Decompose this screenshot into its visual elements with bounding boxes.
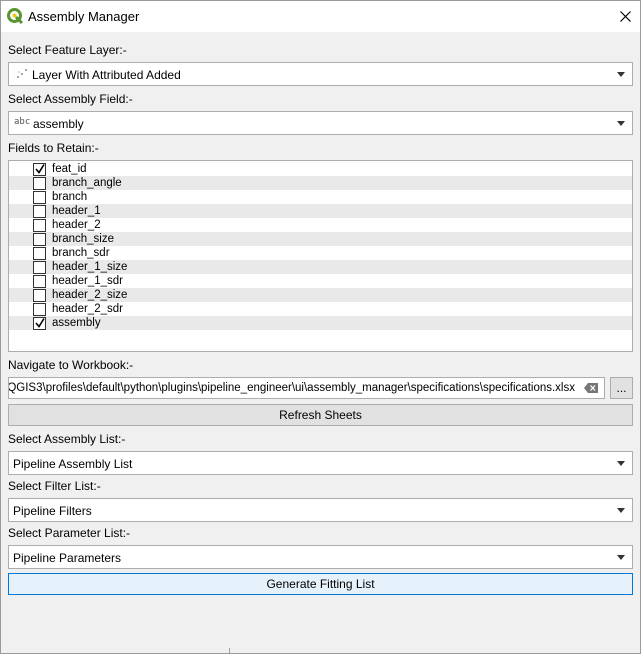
field-label: header_1 (52, 205, 101, 217)
field-label: branch_size (52, 233, 115, 245)
list-item[interactable]: header_2_size (9, 288, 632, 302)
field-checkbox[interactable] (33, 177, 46, 190)
assembly-field-label: Select Assembly Field:- (8, 92, 133, 106)
workbook-label: Navigate to Workbook:- (8, 358, 134, 372)
field-checkbox[interactable] (33, 275, 46, 288)
field-checkbox[interactable] (33, 205, 46, 218)
splitter-handle (229, 648, 230, 654)
field-checkbox[interactable] (33, 233, 46, 246)
list-item[interactable]: header_2_sdr (9, 302, 632, 316)
list-item[interactable]: branch_angle (9, 176, 632, 190)
list-item[interactable]: assembly (9, 316, 632, 330)
list-item[interactable]: header_1_size (9, 260, 632, 274)
field-checkbox[interactable] (33, 317, 46, 330)
generate-fitting-list-button[interactable]: Generate Fitting List (8, 573, 633, 595)
workbook-path-input[interactable]: QGIS\QGIS3\profiles\default\python\plugi… (8, 377, 605, 399)
browse-button[interactable]: ... (610, 377, 633, 399)
list-item[interactable]: branch_sdr (9, 246, 632, 260)
refresh-sheets-button[interactable]: Refresh Sheets (8, 404, 633, 426)
feature-layer-value: Layer With Attributed Added (32, 68, 181, 82)
clear-icon[interactable] (584, 383, 598, 393)
workbook-path-value: QGIS\QGIS3\profiles\default\python\plugi… (8, 382, 575, 394)
parameter-list-value: Pipeline Parameters (13, 551, 122, 565)
field-label: header_2_sdr (52, 303, 123, 315)
text-field-type-icon: abc (14, 117, 31, 127)
checkmark-icon (35, 164, 45, 174)
filter-list-label: Select Filter List:- (8, 479, 101, 493)
filter-list-select[interactable]: Pipeline Filters (8, 498, 633, 522)
field-label: branch_sdr (52, 247, 110, 259)
feature-layer-select[interactable]: Layer With Attributed Added (8, 62, 633, 86)
field-label: header_1_size (52, 261, 128, 273)
fields-to-retain-list[interactable]: feat_id branch_angle branch header_1 hea… (8, 160, 633, 352)
field-label: assembly (52, 317, 101, 329)
field-checkbox[interactable] (33, 191, 46, 204)
point-layer-icon (17, 69, 27, 78)
checkmark-icon (35, 318, 45, 328)
parameter-list-select[interactable]: Pipeline Parameters (8, 545, 633, 569)
chevron-down-icon (617, 461, 625, 466)
field-label: header_1_sdr (52, 275, 123, 287)
assembly-field-select[interactable]: abc assembly (8, 111, 633, 135)
field-label: branch (52, 191, 88, 203)
qgis-logo-icon (7, 8, 23, 24)
list-item[interactable]: feat_id (9, 162, 632, 176)
field-label: branch_angle (52, 177, 122, 189)
list-item[interactable]: header_1 (9, 204, 632, 218)
close-button[interactable] (613, 5, 637, 27)
chevron-down-icon (617, 72, 625, 77)
field-checkbox[interactable] (33, 219, 46, 232)
close-icon (619, 10, 631, 22)
parameter-list-label: Select Parameter List:- (8, 526, 131, 540)
field-checkbox[interactable] (33, 261, 46, 274)
fields-to-retain-label: Fields to Retain:- (8, 141, 99, 155)
filter-list-value: Pipeline Filters (13, 504, 92, 518)
chevron-down-icon (617, 555, 625, 560)
field-label: feat_id (52, 163, 87, 175)
field-checkbox[interactable] (33, 247, 46, 260)
assembly-list-select[interactable]: Pipeline Assembly List (8, 451, 633, 475)
field-label: header_2 (52, 219, 101, 231)
field-label: header_2_size (52, 289, 128, 301)
assembly-field-value: assembly (33, 117, 84, 131)
list-item[interactable]: branch_size (9, 232, 632, 246)
assembly-manager-window: Assembly Manager Select Feature Layer:- … (0, 0, 641, 654)
window-title: Assembly Manager (28, 9, 140, 24)
list-item[interactable]: branch (9, 190, 632, 204)
feature-layer-label: Select Feature Layer:- (8, 43, 127, 57)
field-checkbox[interactable] (33, 289, 46, 302)
chevron-down-icon (617, 121, 625, 126)
title-bar[interactable]: Assembly Manager (1, 1, 640, 32)
field-checkbox[interactable] (33, 163, 46, 176)
field-checkbox[interactable] (33, 303, 46, 316)
list-item[interactable]: header_2 (9, 218, 632, 232)
assembly-list-label: Select Assembly List:- (8, 432, 126, 446)
list-item[interactable]: header_1_sdr (9, 274, 632, 288)
chevron-down-icon (617, 508, 625, 513)
assembly-list-value: Pipeline Assembly List (13, 457, 133, 471)
